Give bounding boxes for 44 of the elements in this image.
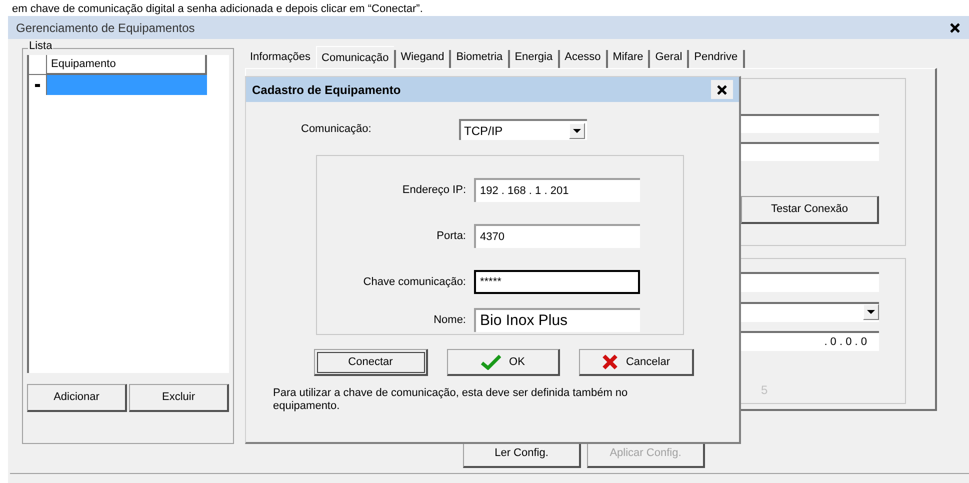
ok-button[interactable]: OK <box>447 349 560 376</box>
checkmark-icon <box>481 354 502 370</box>
caption-text: em chave de comunicação digital a senha adicionada e depois clicar em “Conectar”. <box>12 3 423 15</box>
dialog-close-button[interactable] <box>711 80 733 99</box>
field-label: Chave comunicação: <box>362 274 467 290</box>
tab[interactable]: Wiegand <box>396 48 450 68</box>
tab[interactable]: Pendrive <box>689 48 743 68</box>
tab[interactable]: Biometria <box>451 48 508 68</box>
connect-button[interactable]: Conectar <box>314 349 428 376</box>
add-button[interactable]: Adicionar <box>27 384 127 412</box>
cancel-button[interactable]: Cancelar <box>579 349 694 376</box>
tab[interactable]: Energia <box>510 48 558 68</box>
dropdown-field[interactable]: TCP/IP <box>459 119 587 140</box>
dropdown-field[interactable] <box>741 302 879 322</box>
info-text: Para utilizar a chave de comunicação, esta deve ser definida também no equipamento. <box>273 387 629 413</box>
caret-icon <box>573 128 581 132</box>
text-field[interactable] <box>741 114 879 133</box>
field-label: Endereço IP: <box>401 182 467 198</box>
test-connection-button[interactable]: Testar Conexão <box>741 196 879 224</box>
dropdown-button[interactable] <box>863 304 879 320</box>
delete-button[interactable]: Excluir <box>129 384 229 412</box>
window-title: Gerenciamento de Equipamentos <box>16 20 195 36</box>
text-field[interactable]: ***** <box>474 270 640 294</box>
text-field[interactable] <box>741 142 879 161</box>
close-icon[interactable] <box>949 22 961 34</box>
field-label: Porta: <box>436 228 467 244</box>
ip-field[interactable]: . 0 . 0 . 0 <box>741 331 879 351</box>
field-label: Comunicação: <box>301 122 372 138</box>
text-field[interactable]: 192 . 168 . 1 . 201 <box>474 178 640 202</box>
caret-icon <box>867 310 875 314</box>
tab[interactable]: Comunicação <box>316 46 394 68</box>
tab[interactable]: Informações <box>245 48 316 68</box>
dialog-title: Cadastro de Equipamento <box>252 82 401 98</box>
tab[interactable]: Acesso <box>560 48 606 68</box>
group-legend: Lista <box>28 41 54 52</box>
field-label: Nome: <box>432 312 467 328</box>
text-field[interactable]: Bio Inox Plus <box>474 308 640 332</box>
cross-icon <box>602 354 618 370</box>
dropdown-button[interactable] <box>569 122 585 138</box>
tab[interactable]: Mifare <box>608 48 648 68</box>
text-field[interactable] <box>741 272 879 292</box>
tab[interactable]: Geral <box>650 48 688 68</box>
text-field[interactable]: 4370 <box>474 224 640 248</box>
close-icon[interactable] <box>716 84 728 96</box>
